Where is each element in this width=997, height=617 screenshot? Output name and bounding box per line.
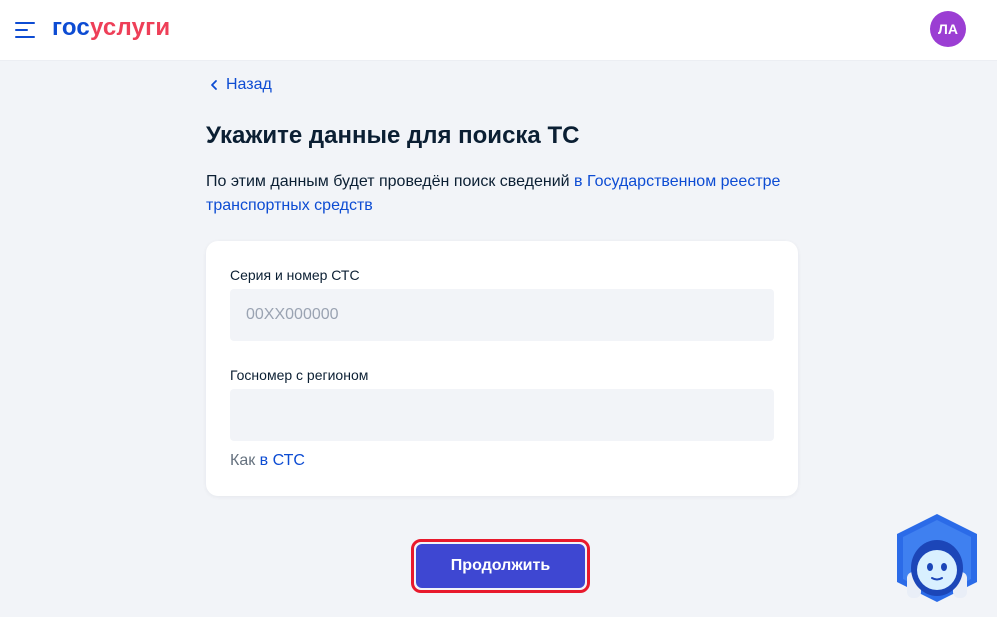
continue-button[interactable]: Продолжить <box>416 544 585 588</box>
plate-field-label: Госномер с регионом <box>230 367 369 383</box>
sts-number-input[interactable] <box>230 289 774 341</box>
back-link[interactable]: Назад <box>206 75 272 95</box>
sts-example-link[interactable]: в СТС <box>260 452 305 469</box>
sts-field-label: Серия и номер СТС <box>230 267 360 283</box>
top-header: госуслуги ЛА <box>0 0 997 61</box>
gosuslugi-logo[interactable]: госуслуги <box>52 14 170 42</box>
search-form-card: Серия и номер СТС Госномер с регионом Ка… <box>206 241 798 496</box>
assistant-robot-icon[interactable] <box>893 512 981 604</box>
chevron-left-icon <box>211 80 217 90</box>
burger-menu-icon[interactable] <box>15 20 35 40</box>
plate-number-input[interactable] <box>230 389 774 441</box>
format-hint: Как в СТС <box>230 451 305 471</box>
description-text: По этим данным будет проведён поиск свед… <box>206 173 575 190</box>
page-description: По этим данным будет проведён поиск свед… <box>206 170 806 218</box>
page-title: Укажите данные для поиска ТС <box>206 122 580 149</box>
logo-part-gos: гос <box>52 14 90 41</box>
continue-button-highlight: Продолжить <box>411 539 590 593</box>
logo-part-uslugi: услуги <box>89 14 171 41</box>
format-hint-text: Как <box>230 452 260 469</box>
user-avatar[interactable]: ЛА <box>930 11 966 47</box>
back-link-label: Назад <box>226 76 272 93</box>
